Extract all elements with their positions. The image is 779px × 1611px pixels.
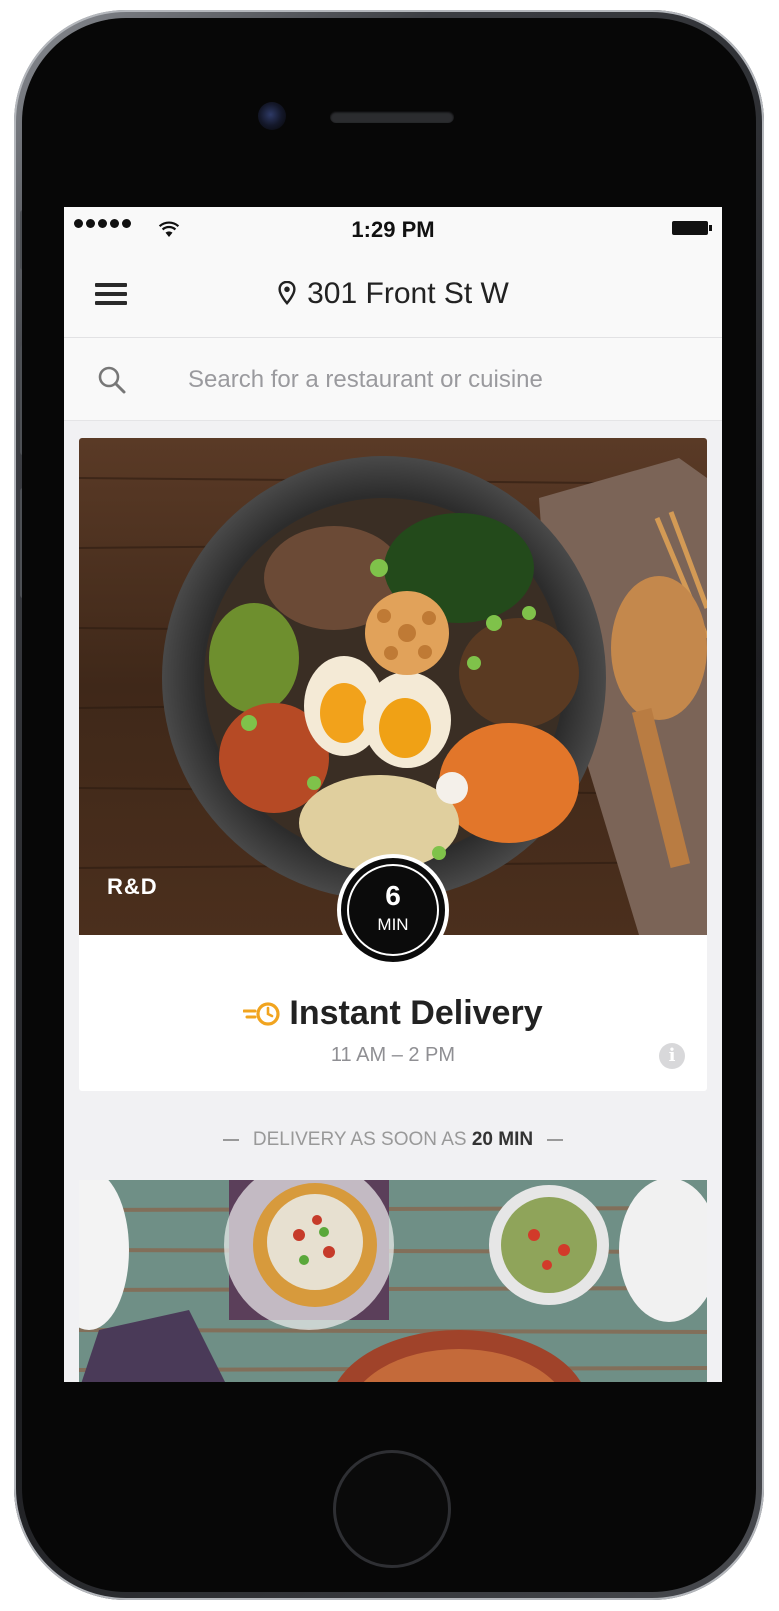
status-time: 1:29 PM <box>351 217 435 242</box>
fast-delivery-icon <box>243 1002 280 1026</box>
eta-value: 6 <box>385 880 401 911</box>
search-bar <box>64 338 722 421</box>
status-bar: 1:29 PM <box>64 207 722 253</box>
delivery-time-divider: DELIVERY AS SOON AS 20 MIN <box>64 1129 722 1151</box>
restaurant-card[interactable] <box>79 1180 707 1382</box>
info-icon[interactable]: i <box>659 1043 685 1069</box>
card-title: Instant Delivery <box>79 994 707 1033</box>
mexican-food-image <box>79 1180 707 1382</box>
divider-prefix: DELIVERY AS SOON AS <box>252 1129 467 1150</box>
home-button[interactable] <box>333 1450 451 1568</box>
divider-dash-left <box>222 1138 239 1141</box>
navigation-bar: 301 Front St W <box>64 253 722 338</box>
search-icon <box>98 366 126 394</box>
front-camera <box>258 102 286 130</box>
app-screen: 1:29 PM 301 Front St W Search for a rest… <box>64 207 722 1382</box>
instant-delivery-card[interactable]: R&D 6 MIN Instant Delivery 11 AM – 2 PM … <box>79 438 707 1091</box>
earpiece-speaker <box>330 111 454 123</box>
divider-dash-right <box>547 1138 564 1141</box>
eta-unit: MIN <box>377 915 409 934</box>
delivery-hours: 11 AM – 2 PM <box>330 1044 456 1066</box>
card-title-text: Instant Delivery <box>289 994 543 1032</box>
eta-badge: 6 MIN <box>337 854 449 966</box>
delivery-location[interactable]: 301 Front St W <box>64 277 722 311</box>
restaurant-brand-logo: R&D <box>107 874 158 899</box>
search-input[interactable] <box>186 360 670 400</box>
divider-highlight: 20 MIN <box>471 1129 534 1150</box>
battery-icon <box>672 221 712 235</box>
location-label: 301 Front St W <box>307 277 509 310</box>
location-pin-icon <box>278 281 296 305</box>
